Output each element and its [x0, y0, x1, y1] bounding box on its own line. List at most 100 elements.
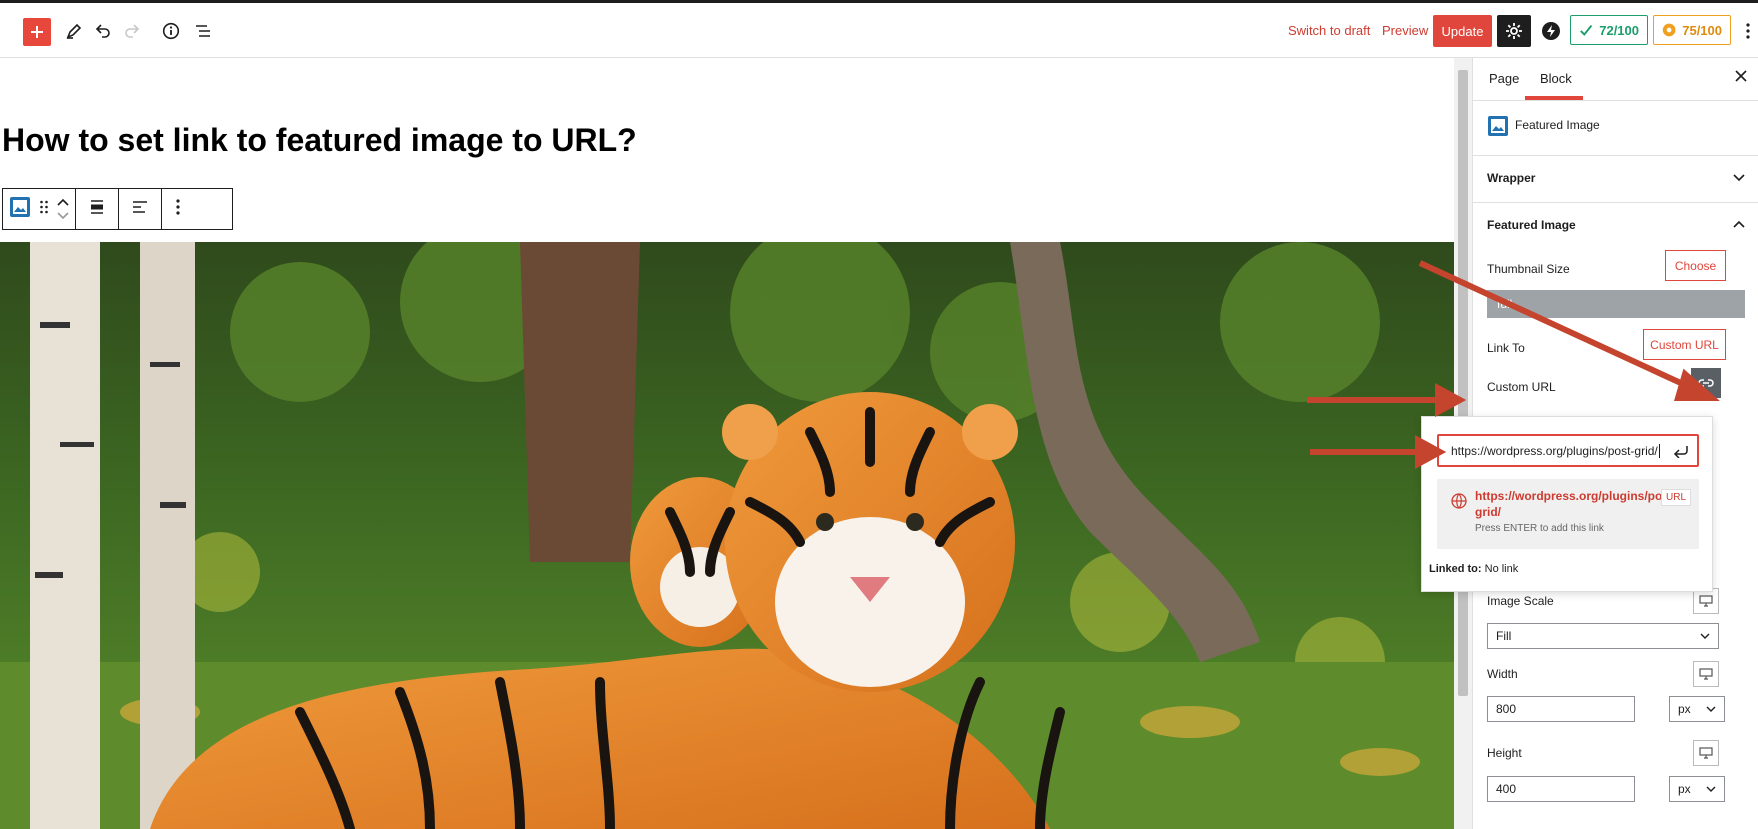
link-popover: https://wordpress.org/plugins/post-grid/… — [1421, 416, 1713, 592]
linked-to-status: Linked to: No link — [1429, 563, 1518, 575]
custom-url-label: Custom URL — [1487, 380, 1556, 394]
featured-image-icon — [10, 196, 30, 217]
link-to-custom-url-button[interactable]: Custom URL — [1643, 329, 1726, 360]
close-icon — [1735, 70, 1747, 82]
align-left-icon — [133, 200, 147, 213]
url-input-value: https://wordpress.org/plugins/post-grid/ — [1451, 443, 1658, 458]
text-cursor — [1658, 443, 1660, 458]
list-view-button[interactable] — [189, 17, 217, 45]
globe-icon — [1451, 493, 1467, 509]
chevron-up-icon[interactable] — [57, 198, 69, 206]
height-device-toggle[interactable] — [1693, 740, 1719, 766]
readability-gear-icon — [1662, 23, 1676, 37]
chevron-up-icon[interactable] — [1733, 220, 1745, 228]
width-unit-value: px — [1678, 702, 1691, 716]
list-view-icon — [196, 25, 210, 37]
align-group — [76, 189, 119, 229]
tools-button[interactable] — [60, 17, 88, 45]
width-device-toggle[interactable] — [1693, 661, 1719, 687]
redo-button[interactable] — [118, 17, 146, 45]
drag-icon — [40, 200, 48, 213]
block-type-button[interactable] — [9, 196, 31, 223]
chevron-down-icon[interactable] — [57, 212, 69, 220]
desktop-icon — [1699, 668, 1713, 680]
suggestion-url: https://wordpress.org/plugins/post- grid… — [1475, 488, 1677, 520]
block-card-icon-wrap — [1487, 115, 1509, 140]
chevron-down-icon — [1733, 174, 1745, 182]
suggestion-type-badge: URL — [1661, 489, 1692, 506]
suggestion-hint: Press ENTER to add this link — [1475, 523, 1604, 534]
image-scale-select[interactable]: Fill — [1487, 623, 1719, 649]
width-unit-select[interactable]: px — [1669, 696, 1725, 722]
bolt-badge-icon — [1542, 22, 1560, 40]
text-align-button[interactable] — [131, 198, 149, 221]
featured-image[interactable] — [0, 242, 1454, 829]
undo-button[interactable] — [89, 17, 117, 45]
featured-image-icon — [1488, 116, 1508, 136]
desktop-icon — [1699, 747, 1713, 759]
height-unit-value: px — [1678, 782, 1691, 796]
block-card: Featured Image — [1473, 100, 1758, 156]
seo-score-value: 72/100 — [1599, 22, 1639, 38]
pencil-icon — [66, 23, 82, 39]
link-icon — [1698, 379, 1714, 387]
sidebar-tabs: Page Block — [1473, 58, 1758, 101]
editor-canvas: How to set link to featured image to URL… — [0, 58, 1454, 829]
update-button[interactable]: Update — [1433, 15, 1492, 47]
more-vertical-icon — [176, 198, 180, 215]
tiger-photo — [0, 242, 1454, 829]
block-align-button[interactable] — [88, 198, 106, 221]
editor-top-toolbar: Switch to draft Preview Update 72/100 75… — [0, 3, 1758, 58]
choose-thumbnail-button[interactable]: Choose — [1665, 250, 1726, 281]
add-block-button[interactable] — [23, 18, 51, 46]
readability-score-value: 75/100 — [1682, 22, 1722, 38]
block-switcher-group — [3, 189, 76, 229]
linked-to-label: Linked to: — [1429, 563, 1482, 575]
height-input[interactable]: 400 — [1487, 776, 1635, 802]
panel-wrapper[interactable]: Wrapper — [1473, 155, 1758, 203]
suggestion-url-line2: grid/ — [1475, 505, 1501, 519]
drag-handle[interactable] — [39, 200, 49, 219]
move-buttons — [57, 198, 69, 220]
image-scale-label: Image Scale — [1487, 594, 1554, 608]
suggestion-url-line1: https://wordpress.org/plugins/post- — [1475, 489, 1677, 503]
width-input[interactable]: 800 — [1487, 696, 1635, 722]
gear-icon — [1506, 23, 1522, 39]
link-suggestion[interactable]: https://wordpress.org/plugins/post- grid… — [1437, 479, 1699, 549]
chevron-down-icon — [1706, 706, 1716, 712]
more-vertical-icon — [1746, 23, 1750, 39]
redo-icon — [125, 24, 140, 38]
block-options-button[interactable] — [176, 198, 180, 220]
chevron-down-icon — [1700, 633, 1710, 639]
tab-block[interactable]: Block — [1540, 71, 1572, 86]
close-sidebar-button[interactable] — [1735, 70, 1747, 85]
seo-check-icon — [1580, 24, 1593, 36]
tab-page[interactable]: Page — [1489, 71, 1519, 86]
thumbnail-size-value[interactable]: full — [1487, 290, 1745, 318]
switch-to-draft-link[interactable]: Switch to draft — [1288, 23, 1370, 38]
plus-icon — [31, 26, 43, 38]
width-label: Width — [1487, 667, 1518, 681]
linked-to-value: No link — [1484, 563, 1519, 575]
submit-enter-icon[interactable] — [1673, 444, 1689, 458]
seo-score-button[interactable]: 72/100 — [1570, 15, 1648, 45]
desktop-icon — [1699, 595, 1713, 607]
panel-featured-title[interactable]: Featured Image — [1487, 218, 1576, 232]
custom-url-link-button[interactable] — [1691, 368, 1721, 398]
undo-icon — [95, 24, 110, 38]
thumbnail-size-label: Thumbnail Size — [1487, 262, 1570, 276]
url-input[interactable]: https://wordpress.org/plugins/post-grid/ — [1437, 434, 1699, 467]
performance-plugin-button[interactable] — [1537, 17, 1565, 45]
image-scale-value: Fill — [1496, 629, 1512, 643]
height-label: Height — [1487, 746, 1522, 760]
page-title[interactable]: How to set link to featured image to URL… — [2, 122, 637, 159]
options-button[interactable] — [1738, 17, 1758, 45]
scrollbar-thumb[interactable] — [1458, 70, 1468, 696]
link-to-label: Link To — [1487, 341, 1525, 355]
block-card-title: Featured Image — [1515, 118, 1600, 132]
preview-link[interactable]: Preview — [1382, 23, 1428, 38]
details-button[interactable] — [157, 17, 185, 45]
readability-score-button[interactable]: 75/100 — [1653, 15, 1731, 45]
settings-button[interactable] — [1497, 15, 1531, 47]
height-unit-select[interactable]: px — [1669, 776, 1725, 802]
